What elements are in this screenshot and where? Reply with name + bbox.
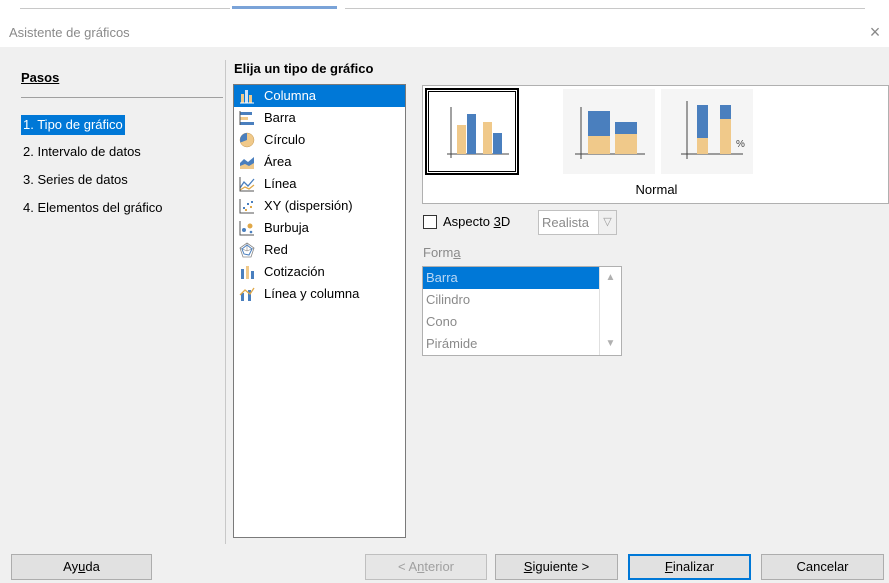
pane-separator <box>225 60 226 544</box>
chart-type-stock[interactable]: Cotización <box>234 261 405 283</box>
chart-type-list[interactable]: Columna Barra Círculo Área Línea XY (dis… <box>233 84 406 538</box>
chart-type-label: Círculo <box>264 132 306 147</box>
steps-separator <box>21 97 223 98</box>
background-app-strip <box>0 0 889 16</box>
scroll-down-icon[interactable]: ▼ <box>600 335 621 353</box>
chart-type-bar[interactable]: Barra <box>234 107 405 129</box>
chart-type-bubble[interactable]: Burbuja <box>234 217 405 239</box>
stock-chart-icon <box>241 266 254 279</box>
chart-type-pie[interactable]: Círculo <box>234 129 405 151</box>
variant-percent-stacked[interactable]: % <box>661 89 753 174</box>
shape-item-cylinder[interactable]: Cilindro <box>423 289 600 311</box>
net-chart-icon <box>239 242 255 258</box>
chart-type-label: Línea y columna <box>264 286 360 301</box>
shape-item-bar[interactable]: Barra <box>423 267 600 289</box>
chart-type-scatter[interactable]: XY (dispersión) <box>234 195 405 217</box>
percent-stacked-column-chart-icon <box>681 101 743 159</box>
aspect-3d-label: Aspecto 3D <box>443 214 511 229</box>
percent-badge: % <box>736 139 745 150</box>
bubble-chart-icon <box>239 221 254 236</box>
shape-label: Forma <box>423 245 461 260</box>
chart-type-heading: Elija un tipo de gráfico <box>234 61 374 76</box>
shape-list-scrollbar[interactable]: ▲ ▼ <box>599 267 621 355</box>
line-column-chart-icon <box>239 287 255 301</box>
chart-type-label: Red <box>264 242 288 257</box>
aspect-3d-combo[interactable]: Realista ▽ <box>538 210 617 235</box>
shape-list[interactable]: Barra Cilindro Cono Pirámide ▲ ▼ <box>422 266 622 356</box>
dialog-title: Asistente de gráficos <box>9 25 130 40</box>
chart-variant-selector[interactable]: % Normal <box>422 85 889 204</box>
chart-type-line-column[interactable]: Línea y columna <box>234 283 405 305</box>
shape-item-pyramid[interactable]: Pirámide <box>423 333 600 355</box>
dialog-titlebar: Asistente de gráficos × <box>0 16 889 48</box>
chart-type-label: Barra <box>264 110 296 125</box>
button-bar: Ayuda < Anterior Siguiente > Finalizar C… <box>0 544 889 583</box>
chart-type-column[interactable]: Columna <box>234 85 405 107</box>
bar-chart-icon <box>239 111 254 125</box>
dialog-body: Pasos 1. Tipo de gráfico 2. Intervalo de… <box>0 48 889 544</box>
scatter-chart-icon <box>239 199 254 214</box>
finish-button[interactable]: Finalizar <box>628 554 751 580</box>
chart-type-line[interactable]: Línea <box>234 173 405 195</box>
line-chart-icon <box>239 177 255 192</box>
step-data-series[interactable]: 3. Series de datos <box>21 170 130 190</box>
chevron-down-icon: ▽ <box>598 211 616 234</box>
variant-normal[interactable] <box>425 88 519 175</box>
variant-label: Normal <box>635 182 678 197</box>
shape-item-cone[interactable]: Cono <box>423 311 600 333</box>
scroll-up-icon[interactable]: ▲ <box>600 269 621 287</box>
back-button[interactable]: < Anterior <box>365 554 487 580</box>
area-chart-icon <box>240 157 254 169</box>
stacked-column-chart-icon <box>575 107 645 159</box>
chart-type-label: Columna <box>264 88 317 103</box>
column-chart-icon <box>239 88 255 104</box>
aspect-3d-combo-value: Realista <box>542 215 589 230</box>
close-icon[interactable]: × <box>863 20 887 44</box>
chart-type-area[interactable]: Área <box>234 151 405 173</box>
chart-type-label: Cotización <box>264 264 325 279</box>
normal-column-chart-icon <box>447 107 509 158</box>
step-data-range[interactable]: 2. Intervalo de datos <box>21 142 143 162</box>
chart-type-label: XY (dispersión) <box>264 198 353 213</box>
aspect-3d-checkbox[interactable] <box>423 215 437 229</box>
step-chart-type[interactable]: 1. Tipo de gráfico <box>21 115 125 135</box>
chart-type-label: Línea <box>264 176 297 191</box>
steps-heading: Pasos <box>21 70 60 85</box>
help-button[interactable]: Ayuda <box>11 554 152 580</box>
variant-stacked[interactable] <box>563 89 655 174</box>
next-button[interactable]: Siguiente > <box>495 554 618 580</box>
step-chart-elements[interactable]: 4. Elementos del gráfico <box>21 198 164 218</box>
chart-type-label: Burbuja <box>264 220 309 235</box>
pie-chart-icon <box>239 132 255 148</box>
cancel-button[interactable]: Cancelar <box>761 554 884 580</box>
chart-type-label: Área <box>264 154 292 169</box>
chart-type-net[interactable]: Red <box>234 239 405 261</box>
